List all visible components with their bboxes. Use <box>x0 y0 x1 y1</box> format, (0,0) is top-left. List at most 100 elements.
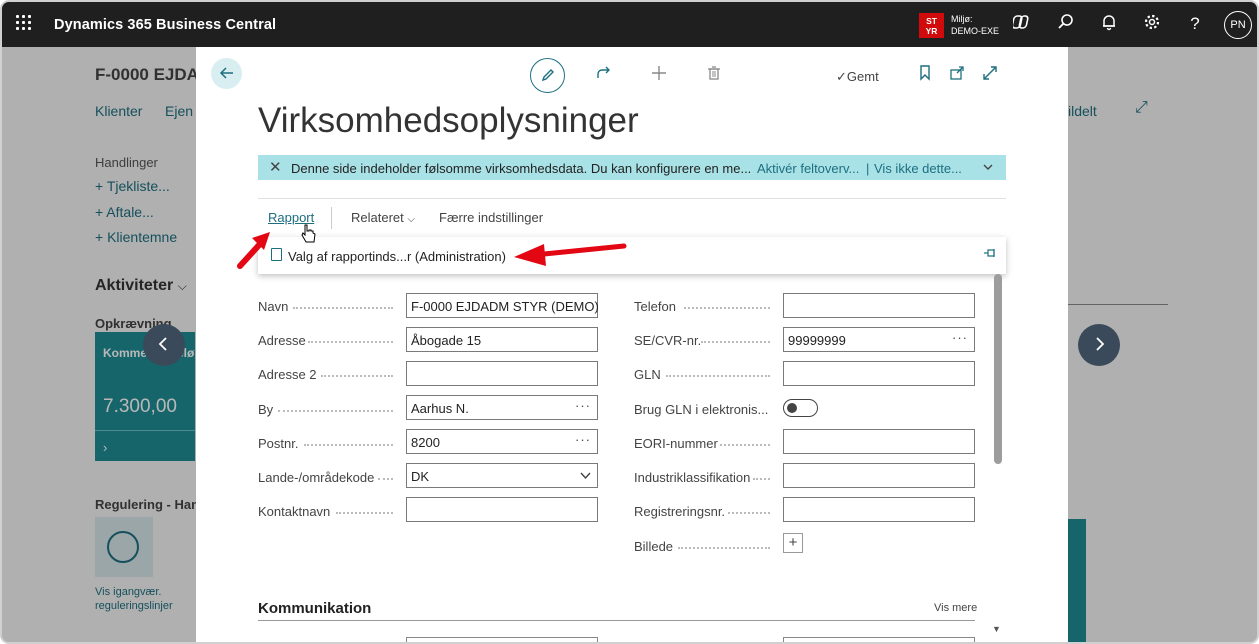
action-klientemne[interactable]: + Klientemne <box>95 229 177 245</box>
dot-leader <box>378 478 393 480</box>
close-icon[interactable]: ✕ <box>269 158 282 176</box>
more-options-icon[interactable]: ··· <box>952 330 968 345</box>
tile-divider <box>95 430 195 431</box>
action-tjekliste[interactable]: + Tjekliste... <box>95 178 170 194</box>
chevron-down-icon[interactable] <box>983 158 993 175</box>
tab-divider <box>331 207 332 229</box>
delete-icon[interactable] <box>704 65 724 86</box>
regulation-link-line2: reguleringslinjer <box>95 600 173 612</box>
by-field-value: Aarhus N. <box>411 401 469 416</box>
edit-pencil-button[interactable] <box>530 58 565 93</box>
regulation-link-line1: Vis igangvær. <box>95 586 162 598</box>
tile-value: 7.300,00 <box>103 396 177 417</box>
bookmark-icon[interactable] <box>915 65 935 86</box>
pin-icon[interactable] <box>983 247 997 262</box>
section-title-kommunikation[interactable]: Kommunikation <box>258 600 371 617</box>
banner-message: Denne side indeholder følsomme virksomhe… <box>291 161 752 176</box>
dot-leader <box>293 307 393 309</box>
saved-label: Gemt <box>846 69 879 84</box>
field-label-industriklassifikation: Industriklassifikation <box>634 470 751 485</box>
dot-leader <box>666 375 770 377</box>
registreringsnr-field[interactable] <box>783 497 975 522</box>
landekode-select[interactable]: DK <box>406 463 598 488</box>
expand-icon[interactable] <box>980 65 1000 86</box>
action-aftale[interactable]: + Aftale... <box>95 204 154 220</box>
copilot-icon[interactable] <box>1011 13 1033 35</box>
dot-leader <box>728 512 770 514</box>
dot-leader <box>684 307 770 309</box>
saved-status: ✓Gemt <box>836 69 879 85</box>
environment-label[interactable]: Miljø: DEMO-EXE <box>951 13 999 37</box>
field-label-kontaktnavn: Kontaktnavn <box>258 504 331 519</box>
field-label-cvr: SE/CVR-nr. <box>634 333 702 348</box>
hand-cursor-icon <box>301 224 316 243</box>
background-tile <box>1068 519 1086 642</box>
checkmark-icon: ✓ <box>836 69 847 84</box>
add-icon[interactable] <box>649 65 669 86</box>
regulation-link[interactable]: Vis igangvær. reguleringslinjer <box>95 585 173 613</box>
industriklassifikation-field[interactable] <box>783 463 975 488</box>
field-label-eori: EORI-nummer <box>634 436 718 451</box>
eori-field[interactable] <box>783 429 975 454</box>
field-label-postnr: Postnr. <box>258 436 299 451</box>
activities-header[interactable]: Aktiviteter ⌵ <box>95 277 187 295</box>
section-divider <box>258 620 975 621</box>
gear-icon[interactable] <box>1141 13 1163 35</box>
field-label-by: By <box>258 402 274 417</box>
expand-icon[interactable]: ⤢ <box>1135 99 1148 117</box>
postnr-field-value: 8200 <box>411 435 440 450</box>
by-field[interactable]: Aarhus N. ··· <box>406 395 598 420</box>
more-options-icon[interactable]: ··· <box>575 432 591 447</box>
tab-faerre-indstillinger[interactable]: Færre indstillinger <box>439 210 543 225</box>
dot-leader <box>321 375 393 377</box>
field-label-brug-gln: Brug GLN i elektronis... <box>634 402 769 417</box>
regulation-header: Regulering - Hand <box>95 497 207 512</box>
divider <box>1068 304 1168 305</box>
next-record-button[interactable] <box>1078 324 1120 366</box>
nav-link-klienter[interactable]: Klienter <box>95 103 142 119</box>
regulation-tile[interactable] <box>95 517 153 577</box>
cvr-field-value: 99999999 <box>788 333 846 348</box>
previous-record-button[interactable] <box>143 324 185 366</box>
app-launcher-icon[interactable] <box>16 15 32 31</box>
company-info-dialog: ✓Gemt Virksomhedsoplysninger ✕ Denne sid… <box>196 47 1068 642</box>
search-icon[interactable] <box>1055 13 1077 35</box>
dot-leader <box>304 444 393 446</box>
telefon-field[interactable] <box>783 293 975 318</box>
circle-icon <box>107 531 139 563</box>
show-more-link[interactable]: Vis mere <box>934 602 977 614</box>
tab-relateret[interactable]: Relateret ⌵ <box>351 210 415 225</box>
gln-field[interactable] <box>783 361 975 386</box>
banner-link-enable-monitoring[interactable]: Aktivér feltoverv... <box>757 161 859 176</box>
brug-gln-toggle[interactable] <box>783 399 818 417</box>
more-options-icon[interactable]: ··· <box>575 398 591 413</box>
postnr-field[interactable]: 8200 ··· <box>406 429 598 454</box>
help-icon[interactable]: ? <box>1184 13 1206 35</box>
env-label: Miljø: <box>951 14 973 24</box>
adresse-2-field[interactable] <box>406 361 598 386</box>
navn-field[interactable]: F-0000 EJDADM STYR (DEMO) <box>406 293 599 318</box>
back-button[interactable] <box>211 58 242 89</box>
chevron-right-icon: › <box>103 440 108 455</box>
nav-link-ejendomme[interactable]: Ejen <box>165 103 193 119</box>
dot-leader <box>278 410 393 412</box>
banner-link-dont-show[interactable]: Vis ikke dette... <box>874 161 962 176</box>
menu-item-report-selection[interactable]: Valg af rapportinds...r (Administration) <box>288 249 506 264</box>
cvr-field[interactable]: 99999999 ··· <box>783 327 975 352</box>
app-title[interactable]: Dynamics 365 Business Central <box>54 17 276 33</box>
open-new-window-icon[interactable] <box>947 65 967 86</box>
field-stub <box>783 637 975 642</box>
share-icon[interactable] <box>594 65 614 86</box>
adresse-field[interactable]: Åbogade 15 <box>406 327 598 352</box>
nav-link-delt[interactable]: ildelt <box>1068 103 1097 119</box>
scroll-down-icon[interactable]: ▼ <box>992 624 1001 634</box>
add-picture-button[interactable]: + <box>783 533 803 553</box>
bell-icon[interactable] <box>1098 13 1120 35</box>
landekode-select-value: DK <box>411 469 430 484</box>
environment-badge[interactable]: ST YR <box>919 13 944 38</box>
tile-label: Komme <box>103 346 148 360</box>
tab-relateret-label: Relateret <box>351 210 404 225</box>
avatar[interactable]: PN <box>1224 11 1252 39</box>
scrollbar[interactable] <box>994 274 1002 464</box>
kontaktnavn-field[interactable] <box>406 497 598 522</box>
